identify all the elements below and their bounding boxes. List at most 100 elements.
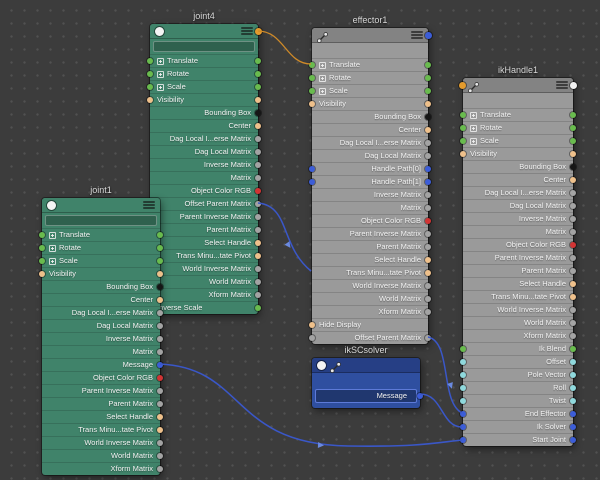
output-port-rotate[interactable]	[570, 125, 576, 131]
output-port-offset-parent-matrix[interactable]	[425, 335, 431, 341]
output-port-dag-local-matrix[interactable]	[255, 149, 261, 155]
output-port-dag-local-i-erse-matrix[interactable]	[570, 190, 576, 196]
node-menu-icon[interactable]	[556, 81, 568, 89]
output-port-inverse-matrix[interactable]	[425, 192, 431, 198]
input-port-rotate[interactable]	[39, 245, 45, 251]
output-port-xform-matrix[interactable]	[157, 466, 163, 472]
output-port-dag-local-i-erse-matrix[interactable]	[157, 310, 163, 316]
input-port-handle-path-0[interactable]	[309, 166, 315, 172]
input-port-ik-blend[interactable]	[460, 346, 466, 352]
output-port-rotate[interactable]	[255, 71, 261, 77]
output-port-offset-parent-matrix[interactable]	[255, 201, 261, 207]
expand-plus-icon[interactable]	[157, 71, 164, 78]
output-port-dag-local-matrix[interactable]	[570, 203, 576, 209]
output-port-handle-path-0[interactable]	[425, 166, 431, 172]
node-effector1[interactable]: effector1TranslateRotateScaleVisibilityB…	[312, 28, 428, 344]
output-port-world-matrix[interactable]	[255, 279, 261, 285]
expand-plus-icon[interactable]	[319, 62, 326, 69]
input-port-ik-solver[interactable]	[460, 424, 466, 430]
output-port-visibility[interactable]	[425, 101, 431, 107]
expand-plus-icon[interactable]	[49, 245, 56, 252]
node-header[interactable]	[312, 28, 428, 43]
output-port-center[interactable]	[255, 123, 261, 129]
output-port-visibility[interactable]	[255, 97, 261, 103]
output-port-parent-inverse-matrix[interactable]	[570, 255, 576, 261]
output-port-translate[interactable]	[255, 58, 261, 64]
output-port-xform-matrix[interactable]	[570, 333, 576, 339]
output-port-matrix[interactable]	[157, 349, 163, 355]
output-port-world-inverse-matrix[interactable]	[157, 440, 163, 446]
input-port-scale[interactable]	[309, 88, 315, 94]
expand-plus-icon[interactable]	[470, 125, 477, 132]
output-port-dag-local-i-erse-matrix[interactable]	[425, 140, 431, 146]
input-port-visibility[interactable]	[460, 151, 466, 157]
node-joint1[interactable]: joint1TranslateRotateScaleVisibilityBoun…	[42, 198, 160, 475]
input-port-visibility[interactable]	[147, 97, 153, 103]
output-port-ik-blend[interactable]	[570, 346, 576, 352]
output-port-translate[interactable]	[425, 62, 431, 68]
node-ikHandle1[interactable]: ikHandle1TranslateRotateScaleVisibilityB…	[463, 78, 573, 446]
expand-plus-icon[interactable]	[157, 58, 164, 65]
output-port-dag-local-matrix[interactable]	[425, 153, 431, 159]
output-port-trans-minu-tate-pivot[interactable]	[157, 427, 163, 433]
input-port-scale[interactable]	[460, 138, 466, 144]
output-port-translate[interactable]	[570, 112, 576, 118]
output-port-world-inverse-matrix[interactable]	[255, 266, 261, 272]
output-port-world-inverse-matrix[interactable]	[570, 307, 576, 313]
input-port-scale[interactable]	[39, 258, 45, 264]
output-port-object-color-rgb[interactable]	[425, 218, 431, 224]
output-port-parent-inverse-matrix[interactable]	[425, 231, 431, 237]
output-port-select-handle[interactable]	[570, 281, 576, 287]
input-port-handle-path-1[interactable]	[309, 179, 315, 185]
output-port-scale[interactable]	[425, 88, 431, 94]
output-port-object-color-rgb[interactable]	[255, 188, 261, 194]
output-port-scale[interactable]	[255, 84, 261, 90]
output-port-parent-matrix[interactable]	[425, 244, 431, 250]
connection-effector1-to-ikhandle1-endeffector[interactable]	[428, 337, 462, 413]
output-port-select-handle[interactable]	[425, 257, 431, 263]
output-port-trans-minu-tate-pivot[interactable]	[570, 294, 576, 300]
expand-plus-icon[interactable]	[470, 138, 477, 145]
output-port-dag-local-i-erse-matrix[interactable]	[255, 136, 261, 142]
node-header[interactable]	[150, 24, 258, 39]
output-port-trans-minu-tate-pivot[interactable]	[425, 270, 431, 276]
output-port-parent-inverse-matrix[interactable]	[157, 388, 163, 394]
output-port-pole-vector[interactable]	[570, 372, 576, 378]
input-port-end-effector[interactable]	[460, 411, 466, 417]
input-port-rotate[interactable]	[460, 125, 466, 131]
output-port-message[interactable]	[157, 362, 163, 368]
input-port-rotate[interactable]	[309, 75, 315, 81]
output-port-message[interactable]	[417, 393, 423, 399]
output-port-world-matrix[interactable]	[157, 453, 163, 459]
output-port-dag-local-matrix[interactable]	[157, 323, 163, 329]
input-port-twist[interactable]	[460, 398, 466, 404]
node-swatch-icon[interactable]	[47, 201, 56, 210]
node-menu-icon[interactable]	[143, 201, 155, 209]
connection-joint4-to-effector1-matrix[interactable]	[258, 203, 311, 271]
output-port-inverse-matrix[interactable]	[570, 216, 576, 222]
output-port-center[interactable]	[157, 297, 163, 303]
node-joint4[interactable]: joint4TranslateRotateScaleVisibilityBoun…	[150, 24, 258, 314]
output-port-matrix[interactable]	[425, 205, 431, 211]
input-port-offset-parent-matrix[interactable]	[309, 335, 315, 341]
output-port-object-color-rgb[interactable]	[157, 375, 163, 381]
output-port-inverse-matrix[interactable]	[157, 336, 163, 342]
output-port-select-handle[interactable]	[157, 414, 163, 420]
input-port-translate[interactable]	[309, 62, 315, 68]
output-port-rotate[interactable]	[157, 245, 163, 251]
input-port-pole-vector[interactable]	[460, 372, 466, 378]
output-port-xform-matrix[interactable]	[425, 309, 431, 315]
expand-plus-icon[interactable]	[49, 258, 56, 265]
output-port-handle-path-1[interactable]	[425, 179, 431, 185]
output-port-roll[interactable]	[570, 385, 576, 391]
node-menu-icon[interactable]	[241, 27, 253, 35]
header-port-left[interactable]	[459, 82, 466, 89]
output-port-translate[interactable]	[157, 232, 163, 238]
node-header[interactable]	[312, 358, 420, 373]
output-port-scale[interactable]	[570, 138, 576, 144]
node-ikSCsolver[interactable]: ikSCsolverMessage	[312, 358, 420, 408]
expand-plus-icon[interactable]	[319, 88, 326, 95]
header-port-right[interactable]	[255, 28, 262, 35]
output-port-world-matrix[interactable]	[425, 296, 431, 302]
node-header[interactable]	[42, 198, 160, 213]
